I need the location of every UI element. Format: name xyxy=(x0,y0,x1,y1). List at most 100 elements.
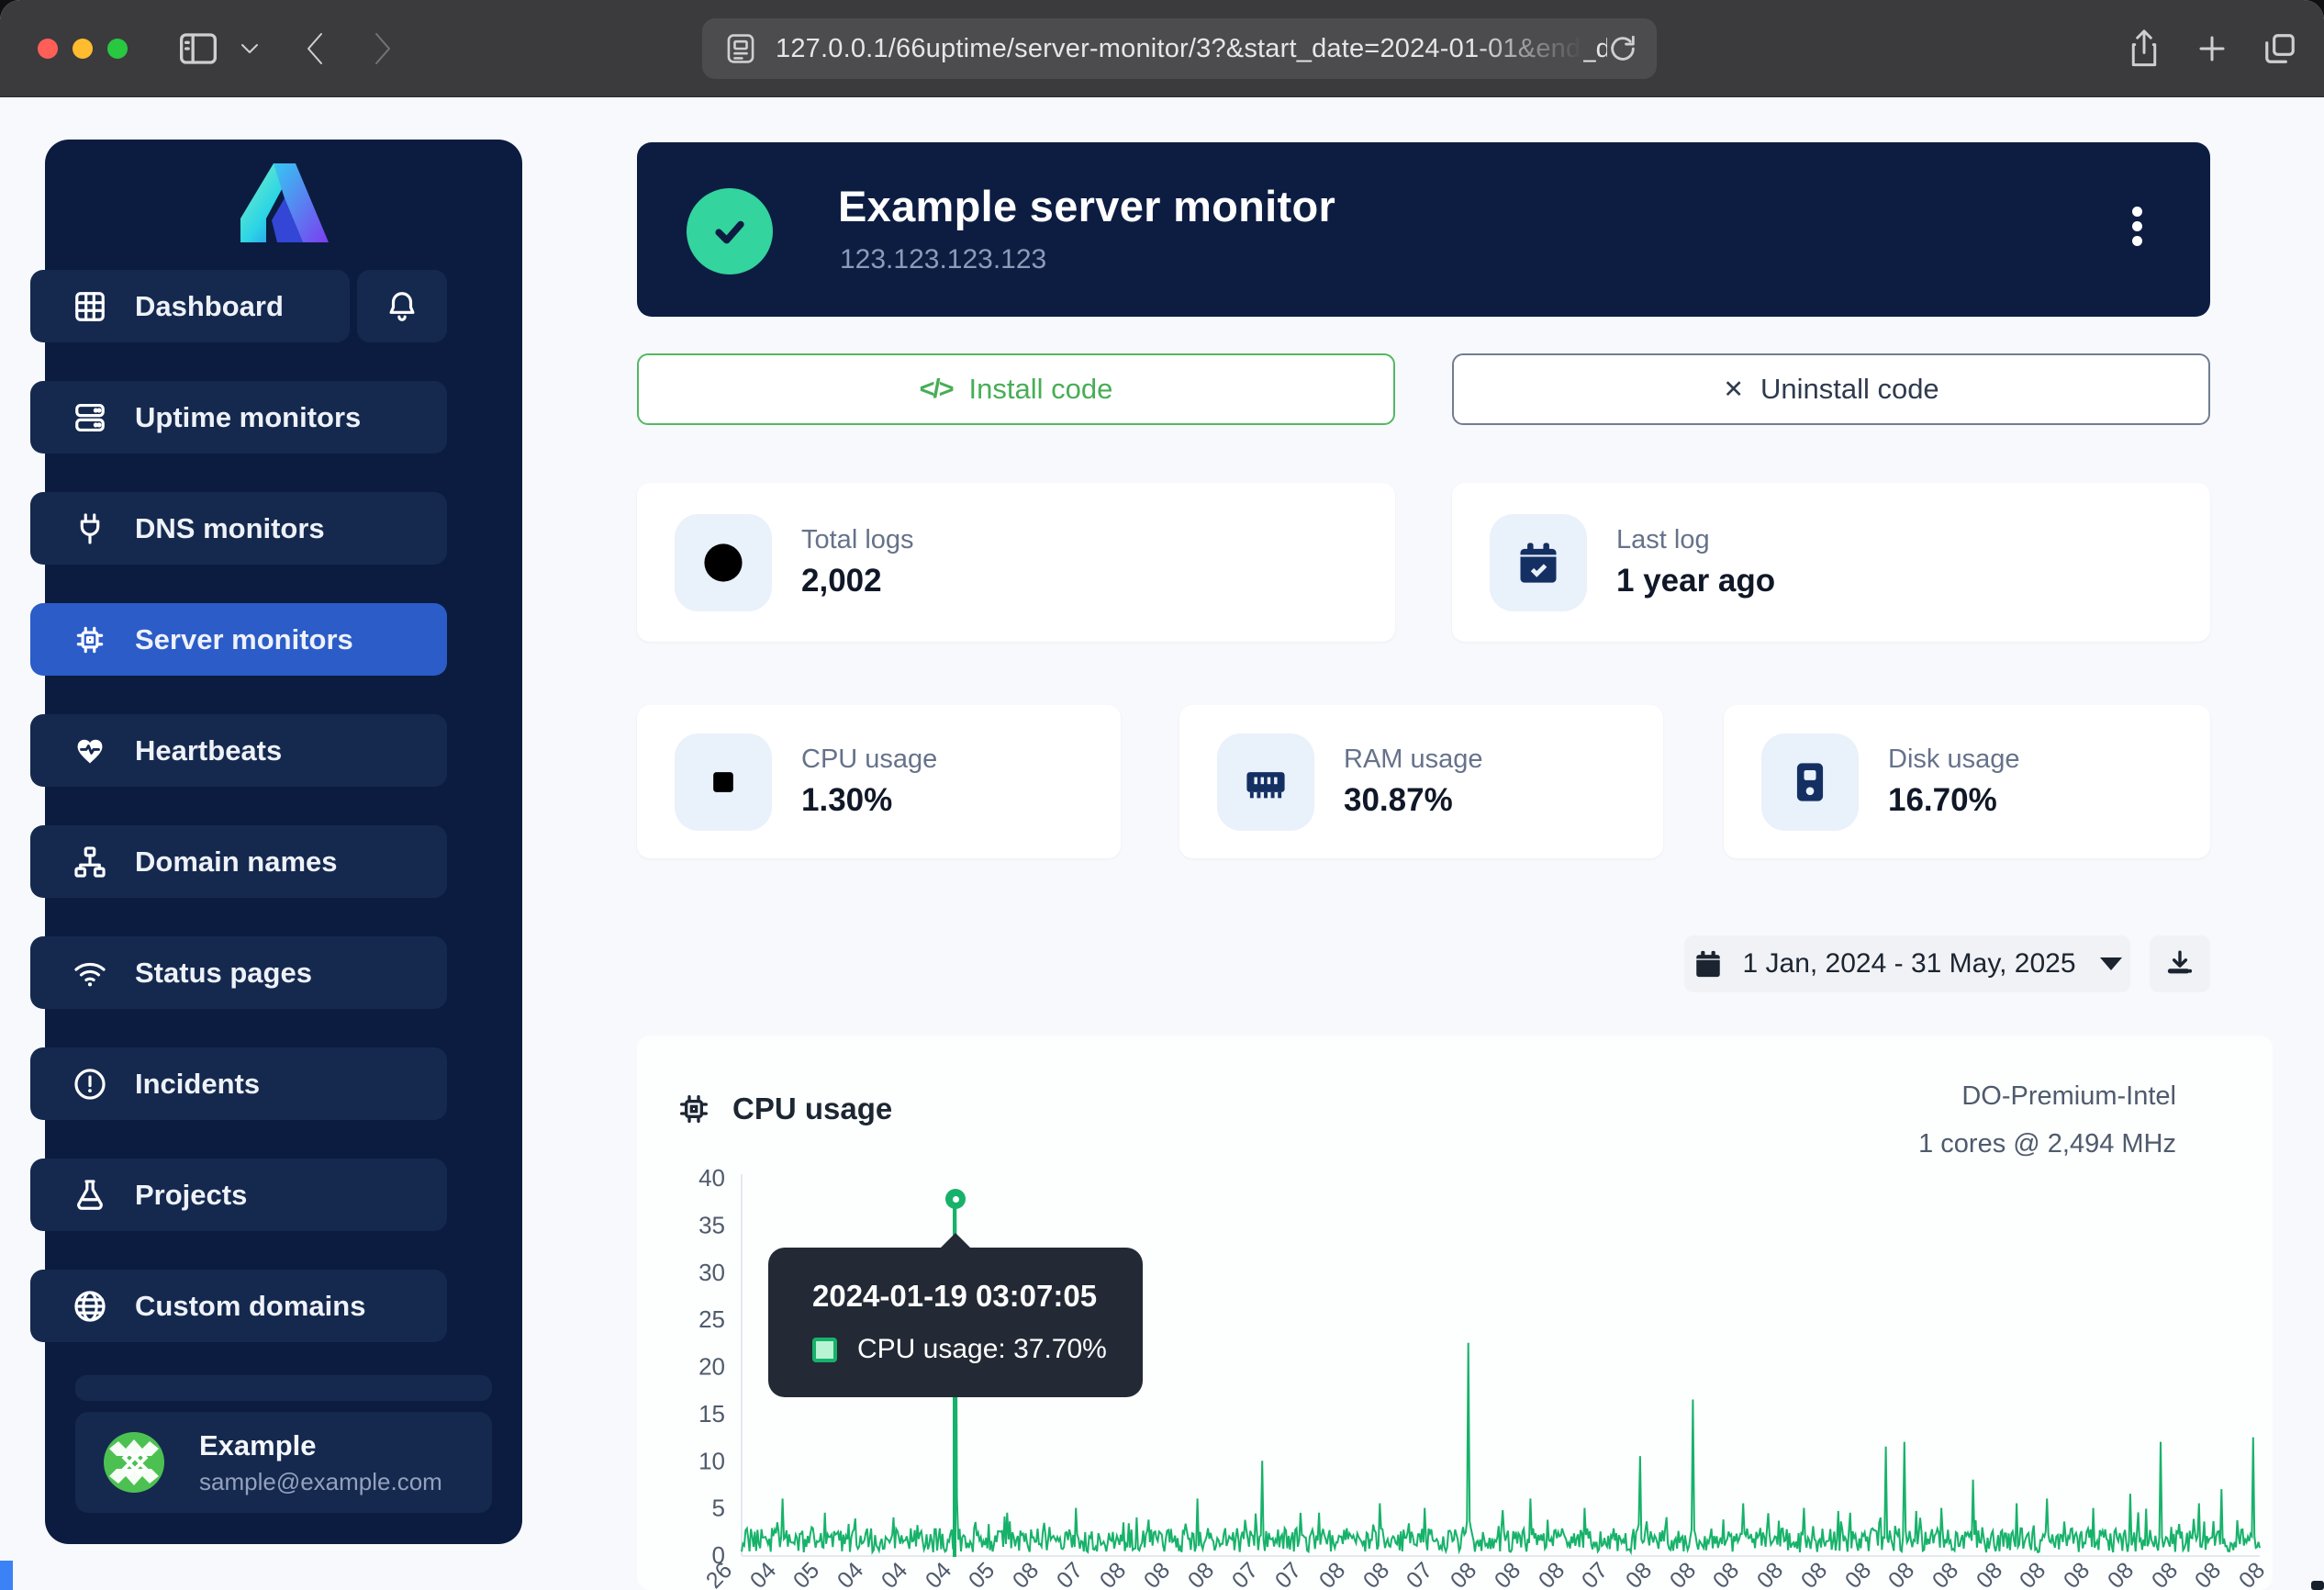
chart-tooltip: 2024-01-19 03:07:05 CPU usage: 37.70% xyxy=(768,1248,1143,1397)
kebab-menu-button[interactable] xyxy=(2118,200,2155,252)
chart-title: CPU usage xyxy=(676,1091,892,1127)
sidebar-item-truncated[interactable] xyxy=(75,1375,492,1401)
y-tick-label: 15 xyxy=(698,1400,725,1428)
profile-name: Example xyxy=(199,1429,442,1462)
reload-icon[interactable] xyxy=(1607,24,1638,73)
uninstall-code-button[interactable]: ✕ Uninstall code xyxy=(1452,353,2210,425)
download-icon xyxy=(2164,948,2196,980)
sidebar-item-label: Projects xyxy=(135,1179,247,1212)
alert-circle-icon xyxy=(73,1067,107,1102)
install-code-button[interactable]: </> Install code xyxy=(637,353,1395,425)
stat-label: RAM usage xyxy=(1344,745,1483,775)
cpu-icon xyxy=(676,1091,712,1127)
profile-card[interactable]: Example sample@example.com xyxy=(75,1412,492,1513)
stat-value: 30.87% xyxy=(1344,782,1483,819)
sidebar-row: Domain names xyxy=(30,825,447,898)
browser-toolbar: 127.0.0.1/66uptime/server-monitor/3?&sta… xyxy=(0,0,2324,97)
y-tick-label: 10 xyxy=(698,1447,725,1474)
status-up-icon xyxy=(687,188,773,274)
sidebar-item-dns-monitors[interactable]: DNS monitors xyxy=(30,492,447,565)
x-icon: ✕ xyxy=(1723,375,1744,404)
window-minimize-button[interactable] xyxy=(73,39,93,59)
stat-card-cpu-usage: CPU usage 1.30% xyxy=(637,705,1121,858)
bell-icon xyxy=(385,289,419,324)
globe-icon xyxy=(73,1289,107,1324)
y-tick-label: 5 xyxy=(712,1495,725,1522)
window-zoom-button[interactable] xyxy=(107,39,128,59)
sidebar-item-heartbeats[interactable]: Heartbeats xyxy=(30,714,447,787)
sidebar-row: Dashboard xyxy=(30,270,447,342)
wifi-icon xyxy=(73,956,107,991)
stat-value: 16.70% xyxy=(1888,782,2019,819)
chevron-down-icon[interactable] xyxy=(231,24,268,73)
grid-icon xyxy=(73,289,107,324)
sidebar-item-domain-names[interactable]: Domain names xyxy=(30,825,447,898)
monitor-ip: 123.123.123.123 xyxy=(840,244,1046,275)
sidebar-item-projects[interactable]: Projects xyxy=(30,1159,447,1231)
url-fade xyxy=(1473,18,1583,79)
address-bar[interactable]: 127.0.0.1/66uptime/server-monitor/3?&sta… xyxy=(702,18,1657,79)
tooltip-value: CPU usage: 37.70% xyxy=(857,1334,1107,1365)
sidebar-item-label: Uptime monitors xyxy=(135,401,361,434)
sidebar-row: Heartbeats xyxy=(30,714,447,787)
stat-label: Last log xyxy=(1616,525,1775,555)
sidebar-row: Custom domains xyxy=(30,1270,447,1342)
sidebar-row: Uptime monitors xyxy=(30,381,447,453)
stat-card-disk-usage: Disk usage 16.70% xyxy=(1724,705,2210,858)
y-tick-label: 40 xyxy=(698,1166,725,1192)
sidebar-item-custom-domains[interactable]: Custom domains xyxy=(30,1270,447,1342)
caret-down-icon xyxy=(2100,957,2122,970)
calendar-icon xyxy=(1693,948,1724,980)
sidebar-row: Incidents xyxy=(30,1047,447,1120)
flask-icon xyxy=(73,1178,107,1213)
plug-icon xyxy=(73,511,107,546)
sidebar-row: Projects xyxy=(30,1159,447,1231)
stat-card-last-log: Last log 1 year ago xyxy=(1452,483,2210,642)
date-range-picker[interactable]: 1 Jan, 2024 - 31 May, 2025 xyxy=(1684,935,2130,992)
series-swatch-icon xyxy=(812,1338,837,1362)
cpu-icon xyxy=(675,733,772,831)
sidebar-item-label: Incidents xyxy=(135,1068,260,1101)
avatar xyxy=(104,1432,164,1493)
sidebar-item-server-monitors[interactable]: Server monitors xyxy=(30,603,447,676)
cutoff-element xyxy=(2311,1581,2324,1590)
sidebar-item-uptime-monitors[interactable]: Uptime monitors xyxy=(30,381,447,453)
sidebar-item-dashboard[interactable]: Dashboard xyxy=(30,270,350,342)
tooltip-date: 2024-01-19 03:07:05 xyxy=(812,1279,1143,1314)
sidebar-row: Status pages xyxy=(30,936,447,1009)
stat-card-total-logs: Total logs2,002 xyxy=(637,483,1395,642)
sidebar-toggle-icon[interactable] xyxy=(173,24,224,73)
window-close-button[interactable] xyxy=(38,39,58,59)
notifications-button[interactable] xyxy=(357,270,447,342)
tab-overview-icon[interactable] xyxy=(2254,24,2306,73)
date-range-label: 1 Jan, 2024 - 31 May, 2025 xyxy=(1742,948,2075,980)
stat-label: CPU usage xyxy=(801,745,937,775)
sidebar-item-incidents[interactable]: Incidents xyxy=(30,1047,447,1120)
browser-window: 127.0.0.1/66uptime/server-monitor/3?&sta… xyxy=(0,0,2324,1590)
sidebar-row: DNS monitors xyxy=(30,492,447,565)
sidebar-item-label: Custom domains xyxy=(135,1290,365,1323)
server-name: DO-Premium-Intel xyxy=(1933,1081,2176,1112)
download-button[interactable] xyxy=(2150,935,2210,992)
back-button[interactable] xyxy=(292,24,338,73)
sidebar-item-label: Status pages xyxy=(135,957,312,990)
y-tick-label: 30 xyxy=(698,1259,725,1286)
stat-value: 1 year ago xyxy=(1616,563,1775,599)
share-icon[interactable] xyxy=(2118,24,2170,73)
app-logo xyxy=(239,162,330,249)
server-spec: 1 cores @ 2,494 MHz xyxy=(1869,1129,2176,1159)
stat-label: Disk usage xyxy=(1888,745,2019,775)
profile-email: sample@example.com xyxy=(199,1468,442,1496)
sidebar-row: Server monitors xyxy=(30,603,447,676)
page-title: Example server monitor xyxy=(838,181,1335,231)
stat-value: 1.30% xyxy=(801,782,937,819)
code-icon: </> xyxy=(920,375,953,405)
stat-card-ram-usage: RAM usage 30.87% xyxy=(1179,705,1663,858)
sidebar-item-label: Server monitors xyxy=(135,623,353,656)
sitemap-icon xyxy=(73,845,107,879)
new-tab-icon[interactable] xyxy=(2186,24,2238,73)
calendar-check-icon xyxy=(1490,514,1587,611)
sidebar-item-status-pages[interactable]: Status pages xyxy=(30,936,447,1009)
stat-value: 2,002 xyxy=(801,563,914,599)
sidebar-nav: Dashboard Uptime monitors DNS monitors Serv… xyxy=(30,270,447,1381)
